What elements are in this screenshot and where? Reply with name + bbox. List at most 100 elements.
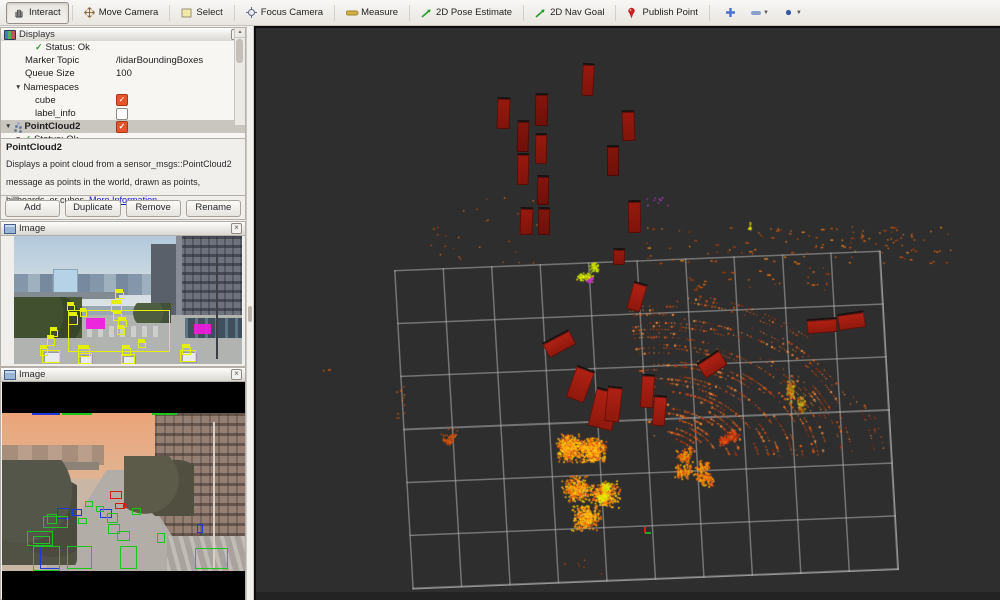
- chevron-down-icon[interactable]: ▼: [763, 10, 769, 16]
- toolbar-tools: Interact Move Camera Select Focus Camera Mea…: [6, 2, 706, 24]
- close-icon[interactable]: ×: [231, 369, 242, 380]
- lidar-bounding-box: [581, 63, 595, 97]
- splitter-grip-icon[interactable]: [248, 306, 252, 322]
- detection-box: [195, 548, 228, 569]
- detection-box: [86, 318, 105, 329]
- detection-label-tag: [40, 345, 47, 349]
- image-icon: [4, 370, 16, 380]
- panel-splitter[interactable]: [246, 26, 254, 600]
- detection-box: [152, 413, 177, 415]
- tool-focus-camera[interactable]: Focus Camera: [238, 2, 331, 24]
- tool-move-camera[interactable]: Move Camera: [76, 2, 167, 24]
- detection-box: [85, 501, 93, 507]
- tool-add-tool[interactable]: [721, 5, 740, 20]
- image-panel-2-header[interactable]: Image ×: [1, 368, 245, 382]
- lidar-bounding-box: [537, 175, 550, 205]
- tree-row-pointcloud2[interactable]: ▼ PointCloud2 ✓: [1, 120, 245, 133]
- image-panel-1-header[interactable]: Image ×: [1, 222, 245, 236]
- tool-publish-point[interactable]: Publish Point: [619, 2, 705, 24]
- close-icon[interactable]: ×: [231, 223, 242, 234]
- scroll-up-icon[interactable]: ▲: [235, 28, 245, 38]
- detection-box: [157, 533, 165, 543]
- tree-row-namespaces[interactable]: ▼Namespaces: [1, 81, 245, 94]
- lidar-bounding-box: [538, 207, 550, 235]
- displays-panel-header[interactable]: Displays ×: [1, 28, 245, 42]
- tree-row-value[interactable]: 100: [116, 68, 132, 79]
- tree-row-label: PointCloud2: [24, 121, 80, 132]
- detection-label-tag: [122, 345, 130, 349]
- toolbar-separator: [523, 5, 524, 21]
- displays-panel: Displays × ✓Status: OkMarker Topic/lidar…: [0, 27, 246, 220]
- duplicate-button[interactable]: Duplicate: [65, 200, 120, 217]
- tool-pose-estimate[interactable]: 2D Pose Estimate: [413, 2, 520, 24]
- detection-label-tag: [68, 312, 77, 316]
- detection-box: [78, 353, 92, 364]
- display-actions: Add Duplicate Remove Rename: [1, 200, 245, 217]
- expander-icon[interactable]: ▼: [15, 84, 21, 91]
- tool-select[interactable]: Select: [173, 2, 230, 24]
- detection-label-tag: [138, 339, 145, 343]
- tree-row-label-info[interactable]: label_info: [1, 107, 245, 120]
- tree-row-label: Namespaces: [23, 82, 78, 93]
- tree-row-queue-size[interactable]: Queue Size100: [1, 67, 245, 80]
- remove-button[interactable]: Remove: [126, 200, 181, 217]
- detection-box: [123, 504, 128, 508]
- detection-box: [115, 292, 124, 299]
- tool-tool-properties[interactable]: ▼: [779, 5, 806, 20]
- detection-label-tag: [115, 289, 123, 293]
- lidar-bounding-box: [607, 145, 619, 176]
- checkbox[interactable]: ✓: [116, 121, 128, 133]
- lidar-bounding-box: [496, 97, 510, 129]
- detection-label-tag: [111, 300, 121, 304]
- detection-box: [80, 311, 87, 317]
- pointcloud-icon: [15, 125, 18, 128]
- green-arrow-icon: [421, 7, 432, 18]
- tool-interact[interactable]: Interact: [6, 2, 69, 24]
- detection-box: [78, 518, 87, 524]
- add-button[interactable]: Add: [5, 200, 60, 217]
- display-description: PointCloud2 Displays a point cloud from …: [1, 138, 245, 196]
- photo2-light-pole: [213, 422, 215, 567]
- camera-image-2: [2, 413, 245, 571]
- tree-scrollbar[interactable]: ▲: [234, 28, 245, 125]
- lidar-bounding-box: [535, 133, 548, 164]
- detection-label-tag: [117, 325, 124, 329]
- tree-row-status-ok[interactable]: ✓Status: Ok: [1, 41, 245, 54]
- detection-box: [180, 350, 196, 362]
- displays-tree: ✓Status: OkMarker Topic/lidarBoundingBox…: [1, 41, 245, 138]
- tool-remove-tool[interactable]: ▼: [746, 5, 773, 20]
- detection-label-tag: [47, 335, 54, 339]
- detection-box: [117, 328, 125, 335]
- lidar-bounding-box: [621, 110, 635, 141]
- detection-box: [194, 324, 211, 334]
- tree-row-label: Marker Topic: [25, 55, 79, 66]
- detection-box: [117, 531, 130, 541]
- render-viewport-3d[interactable]: [254, 26, 1000, 600]
- scroll-thumb[interactable]: [236, 39, 243, 63]
- minus-icon: [750, 7, 761, 18]
- tool-measure[interactable]: Measure: [338, 2, 406, 24]
- detection-box: [138, 342, 146, 348]
- toolbar-separator: [409, 5, 410, 21]
- toolbar-separator: [169, 5, 170, 21]
- tree-row-cube[interactable]: cube✓: [1, 94, 245, 107]
- tree-row-label: label_info: [35, 108, 76, 119]
- dot-icon: [783, 7, 794, 18]
- detection-box: [96, 506, 104, 512]
- toolbar-separator: [615, 5, 616, 21]
- tree-row-value[interactable]: /lidarBoundingBoxes: [116, 55, 203, 66]
- tree-row-marker-topic[interactable]: Marker Topic/lidarBoundingBoxes: [1, 54, 245, 67]
- tool-nav-goal[interactable]: 2D Nav Goal: [527, 2, 612, 24]
- expander-icon[interactable]: ▼: [5, 123, 11, 130]
- chevron-down-icon[interactable]: ▼: [796, 10, 802, 16]
- checkbox[interactable]: [116, 108, 128, 120]
- measure-icon: [346, 7, 357, 18]
- toolbar-separator: [72, 5, 73, 21]
- rename-button[interactable]: Rename: [186, 200, 241, 217]
- displays-panel-title: Displays: [19, 29, 55, 40]
- detection-label-tag: [118, 317, 126, 321]
- detection-box: [197, 524, 203, 533]
- detection-box: [110, 491, 122, 499]
- checkbox[interactable]: ✓: [116, 94, 128, 106]
- lidar-bounding-box: [516, 120, 529, 152]
